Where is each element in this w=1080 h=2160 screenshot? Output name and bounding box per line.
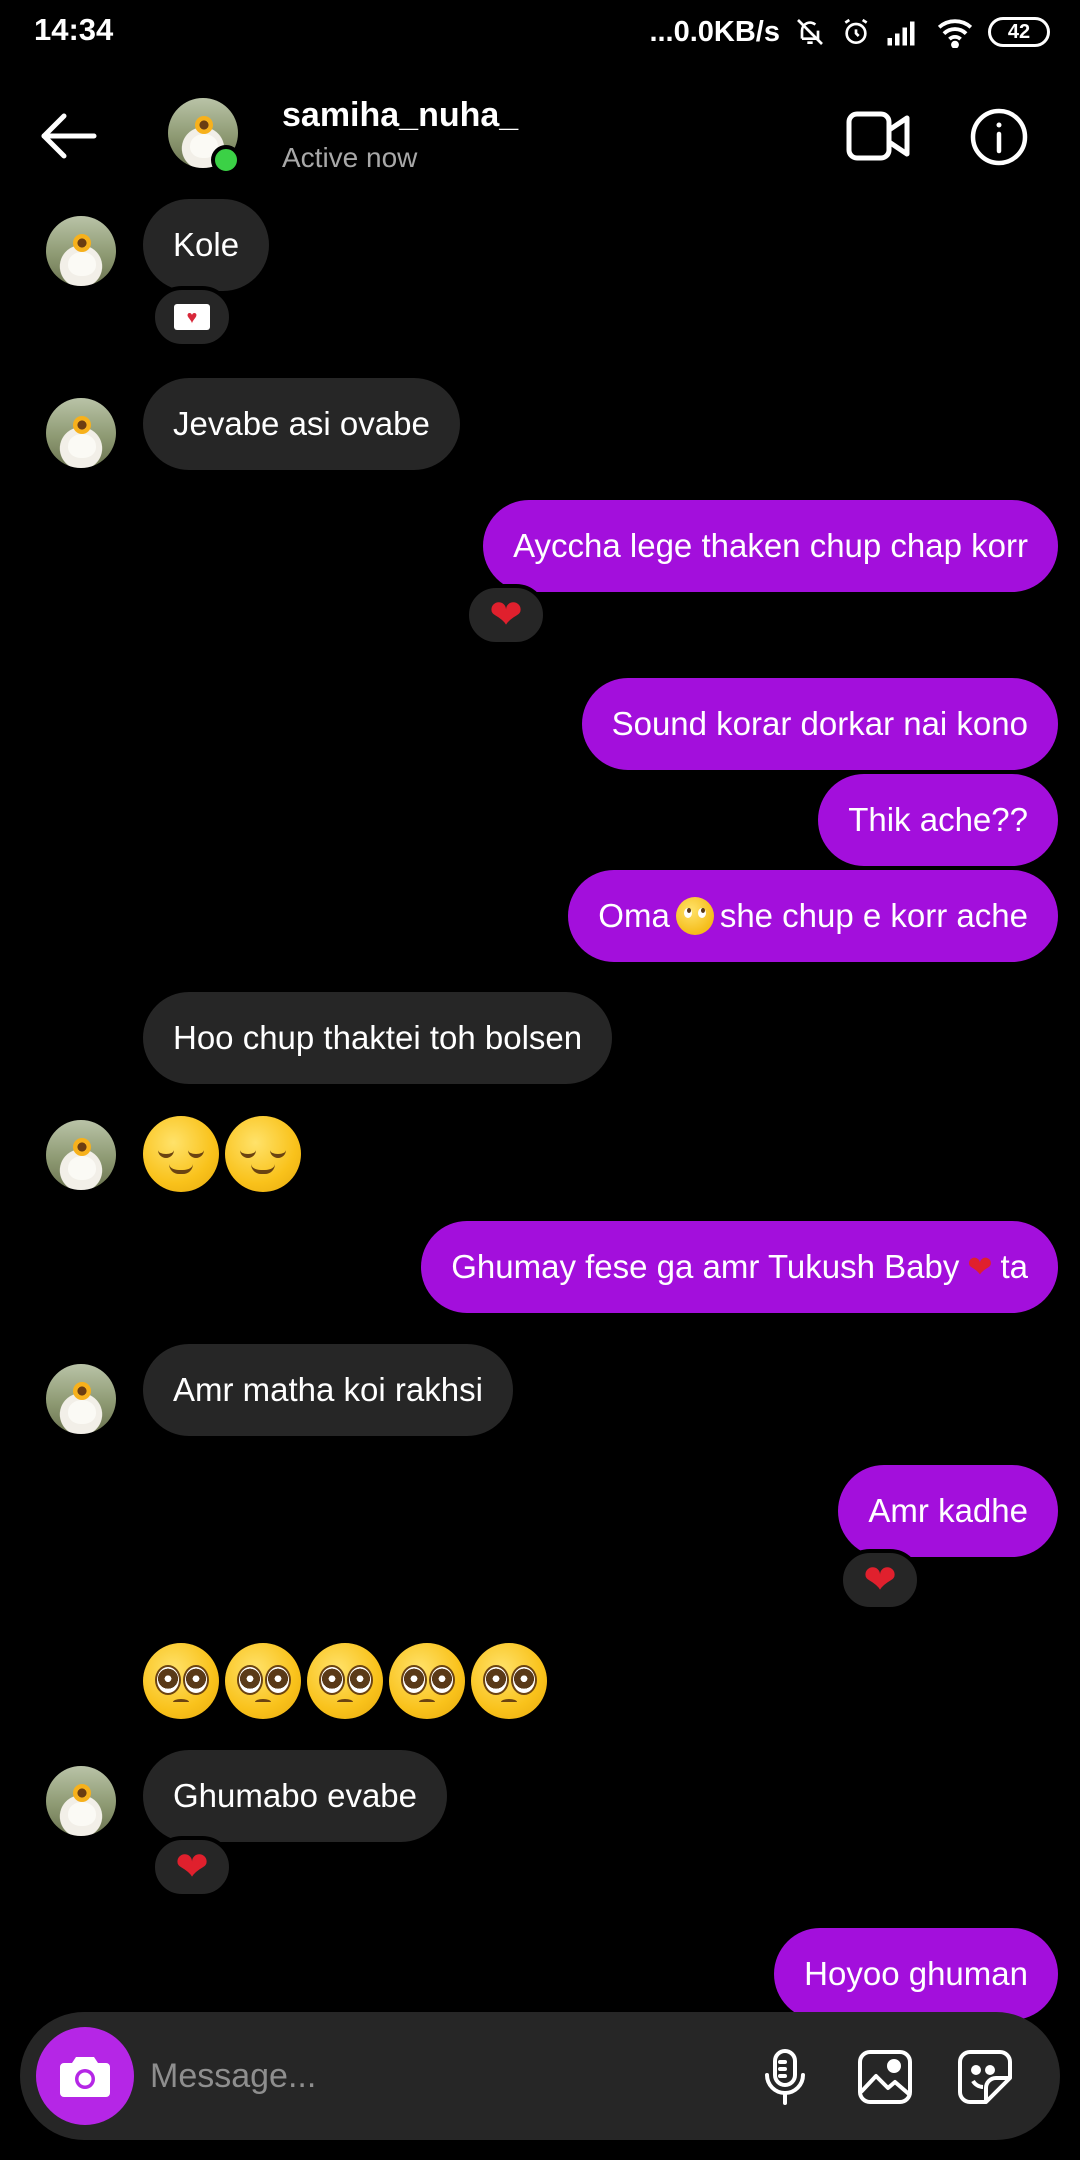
message-input[interactable]	[150, 2042, 710, 2110]
signal-icon	[886, 17, 922, 47]
reaction-badge[interactable]: ♥	[151, 286, 233, 348]
chat-header: samiha_nuha_ Active now	[0, 80, 1080, 200]
back-arrow-icon[interactable]	[36, 106, 106, 166]
outgoing-message[interactable]: Ghumay fese ga amr Tukush Baby ❤ ta	[421, 1221, 1058, 1313]
message-text: Oma	[598, 897, 670, 934]
heart-icon: ❤	[863, 1558, 897, 1602]
mute-bell-icon	[794, 16, 826, 48]
status-time: 14:34	[34, 12, 114, 47]
pleading-face-icon	[471, 1643, 547, 1719]
info-icon[interactable]	[970, 108, 1028, 166]
outgoing-message[interactable]: Hoyoo ghuman	[774, 1928, 1058, 2020]
outgoing-message[interactable]: Oma she chup e korr ache	[568, 870, 1058, 962]
pleading-face-icon	[143, 1643, 219, 1719]
reaction-badge[interactable]: ❤	[465, 584, 547, 646]
incoming-message[interactable]: Ghumabo evabe	[143, 1750, 448, 1842]
sender-avatar[interactable]	[46, 1766, 116, 1836]
incoming-message[interactable]: Hoo chup thaktei toh bolsen	[143, 992, 613, 1084]
contact-status: Active now	[282, 142, 418, 173]
outgoing-message[interactable]: Ayccha lege thaken chup chap korr	[483, 500, 1058, 592]
online-indicator	[211, 145, 241, 175]
outgoing-message[interactable]: Amr kadhe	[838, 1465, 1058, 1557]
message-text: ta	[1000, 1248, 1028, 1285]
reaction-badge[interactable]: ❤	[151, 1836, 233, 1898]
message-text: she chup e korr ache	[719, 897, 1028, 934]
reaction-badge[interactable]: ❤	[839, 1549, 921, 1611]
wifi-icon	[936, 16, 974, 48]
envelope-heart-icon: ♥	[174, 304, 210, 330]
contact-username[interactable]: samiha_nuha_	[282, 96, 518, 135]
heart-icon: ❤	[489, 593, 523, 637]
incoming-message[interactable]: Amr matha koi rakhsi	[143, 1344, 513, 1436]
emoji-message[interactable]	[143, 1643, 547, 1719]
video-call-icon[interactable]	[846, 108, 910, 164]
pleading-face-icon	[225, 1643, 301, 1719]
message-composer	[20, 2012, 1060, 2140]
sender-avatar[interactable]	[46, 1364, 116, 1434]
sender-avatar[interactable]	[46, 1120, 116, 1190]
message-text: Ghumay fese ga amr Tukush Baby	[451, 1248, 960, 1285]
outgoing-message[interactable]: Sound korar dorkar nai kono	[581, 678, 1058, 770]
heart-icon: ❤	[967, 1250, 993, 1284]
relieved-face-icon	[225, 1116, 301, 1192]
sender-avatar[interactable]	[46, 216, 116, 286]
pleading-face-icon	[389, 1643, 465, 1719]
pleading-face-icon	[307, 1643, 383, 1719]
relieved-face-icon	[143, 1116, 219, 1192]
sender-avatar[interactable]	[46, 398, 116, 468]
emoji-message[interactable]	[143, 1116, 301, 1192]
sticker-icon[interactable]	[956, 2048, 1014, 2106]
network-speed: ...0.0KB/s	[649, 15, 780, 48]
incoming-message[interactable]: Kole	[143, 199, 270, 291]
camera-icon[interactable]	[36, 2027, 134, 2125]
status-bar: 14:34 ...0.0KB/s 42	[0, 0, 1080, 64]
alarm-icon	[840, 16, 872, 48]
eye-roll-emoji-icon	[675, 897, 714, 935]
gallery-icon[interactable]	[856, 2048, 914, 2106]
microphone-icon[interactable]	[756, 2048, 814, 2106]
heart-icon: ❤	[175, 1845, 209, 1889]
status-icons: ...0.0KB/s 42	[649, 12, 1050, 52]
incoming-message[interactable]: Jevabe asi ovabe	[143, 378, 460, 470]
battery-icon: 42	[988, 17, 1050, 47]
outgoing-message[interactable]: Thik ache??	[818, 774, 1058, 866]
